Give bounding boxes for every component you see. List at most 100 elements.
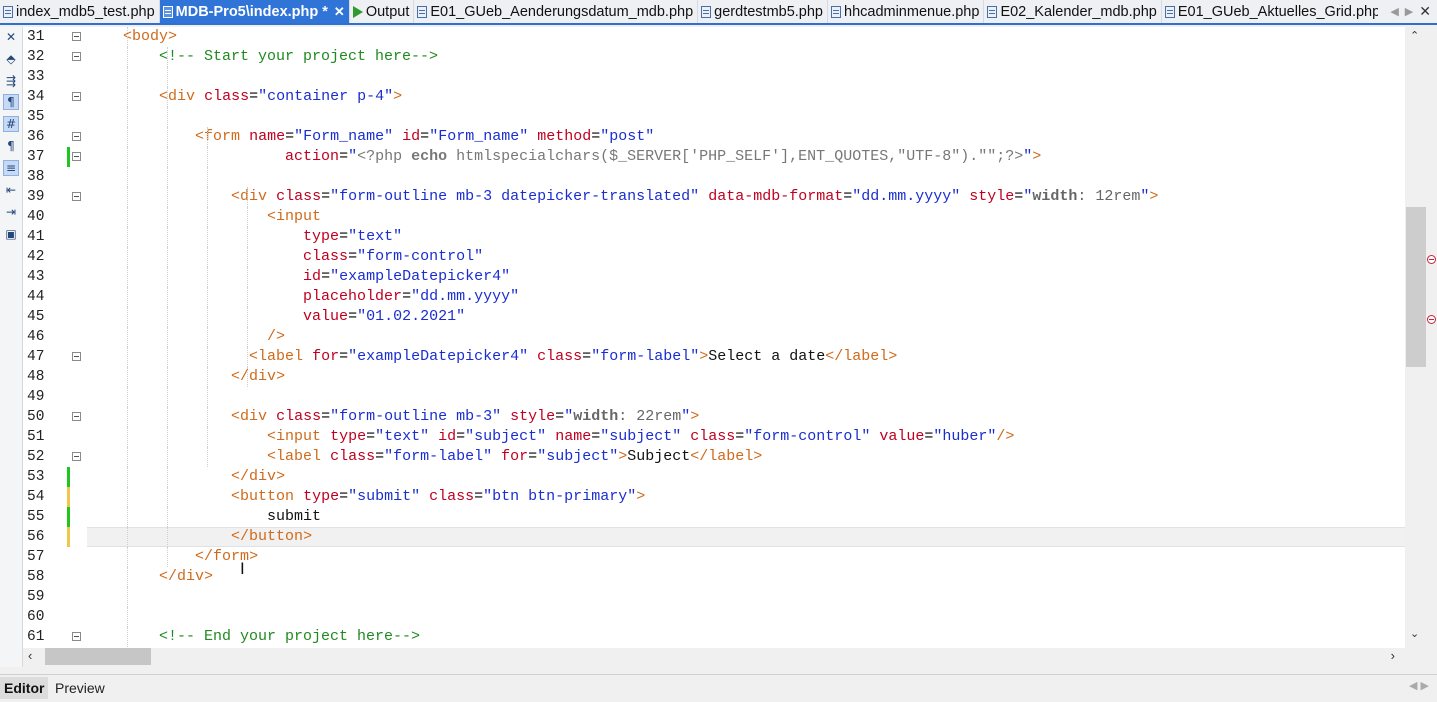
close-icon[interactable]: ✕ [3,29,19,45]
indent-guide [167,347,168,367]
tab-editor[interactable]: Editor [0,677,49,699]
code-line[interactable]: submit [87,507,1405,527]
indent-guide [207,227,208,247]
line-number: 41 [27,229,45,245]
fold-toggle-icon[interactable] [72,152,81,161]
code-line[interactable]: placeholder="dd.mm.yyyy" [87,287,1405,307]
bottom-scroll-left-icon[interactable]: ◀ [1409,680,1417,692]
scroll-up-icon[interactable]: ⌃ [1410,29,1419,42]
fold-toggle-icon[interactable] [72,192,81,201]
code-area[interactable]: <body> <!-- Start your project here--> <… [87,27,1405,648]
code-line[interactable]: <input [87,207,1405,227]
code-line[interactable]: type="text" [87,227,1405,247]
indent-guide [167,247,168,267]
code-line[interactable]: <label class="form-label" for="subject">… [87,447,1405,467]
code-line[interactable]: value="01.02.2021" [87,307,1405,327]
fold-toggle-icon[interactable] [72,352,81,361]
tab-6[interactable]: E02_Kalender_mdb.php [984,0,1162,23]
code-line[interactable]: <form name="Form_name" id="Form_name" me… [87,127,1405,147]
tab-5[interactable]: hhcadminmenue.php [828,0,985,23]
tab-0[interactable]: index_mdb5_test.php [0,0,160,23]
line-number: 44 [27,289,45,305]
indent-guide [127,87,128,107]
tab-7[interactable]: E01_GUeb_Aktuelles_Grid.php [1162,0,1378,23]
fold-toggle-icon[interactable] [72,452,81,461]
code-line[interactable]: <!-- End your project here--> [87,627,1405,647]
code-line[interactable] [87,387,1405,407]
bookmark-marker-icon[interactable] [1427,255,1436,264]
tab-1[interactable]: MDB-Pro5\index.php * ✕ [159,0,350,23]
outdent-icon[interactable]: ⇤ [3,182,19,198]
code-line[interactable]: </button> [87,527,1405,547]
tab-scroll-right-icon[interactable]: ▶ [1405,5,1413,18]
format-icon[interactable]: ≡ [3,160,19,176]
code-line[interactable]: </form> [87,547,1405,567]
indent-guide [127,127,128,147]
indent-guide [127,307,128,327]
code-line[interactable]: <button type="submit" class="btn btn-pri… [87,487,1405,507]
horizontal-scroll-thumb[interactable] [45,648,151,665]
indent-guide [127,347,128,367]
line-number: 35 [27,109,45,125]
fold-toggle-icon[interactable] [72,92,81,101]
code-line[interactable] [87,587,1405,607]
indent-guide [127,427,128,447]
line-number: 40 [27,209,45,225]
fold-toggle-icon[interactable] [72,412,81,421]
tab-4[interactable]: gerdtestmb5.php [698,0,828,23]
indent-icon[interactable]: ⇥ [3,204,19,220]
tab-label: gerdtestmb5.php [714,3,823,20]
hash-icon[interactable]: # [3,116,19,132]
code-line[interactable]: </div> [87,567,1405,587]
scroll-left-icon[interactable]: ‹ [28,648,32,663]
code-line[interactable]: /> [87,327,1405,347]
code-line[interactable]: </div> [87,467,1405,487]
code-line[interactable] [87,67,1405,87]
close-tab-icon[interactable]: ✕ [334,4,345,20]
tab-preview[interactable]: Preview [51,677,109,699]
tab-2[interactable]: Output [350,0,415,23]
line-number: 47 [27,349,45,365]
vertical-scrollbar[interactable]: ⌃ ⌄ [1405,27,1437,648]
fold-toggle-icon[interactable] [72,32,81,41]
code-line[interactable] [87,167,1405,187]
bookmark-marker-icon[interactable] [1427,315,1436,324]
code-line[interactable]: <div class="form-outline mb-3 datepicker… [87,187,1405,207]
close-all-icon[interactable]: ✕ [1419,3,1431,20]
scroll-right-icon[interactable]: › [1391,648,1395,663]
toggle-icon[interactable]: ⬘ [3,51,19,67]
code-line[interactable]: <!-- Start your project here--> [87,47,1405,67]
code-line[interactable]: action="<?php echo htmlspecialchars($_SE… [87,147,1405,167]
preview-icon[interactable]: ▣ [3,226,19,242]
code-line[interactable]: <div class="container p-4"> [87,87,1405,107]
code-line[interactable]: id="exampleDatepicker4" [87,267,1405,287]
code-line[interactable]: class="form-control" [87,247,1405,267]
fold-toggle-icon[interactable] [72,132,81,141]
line-number: 38 [27,169,45,185]
code-line[interactable]: </div> [87,367,1405,387]
php-file-icon [1164,5,1176,18]
code-editor[interactable]: 31 32 33 34 35 36 37 38 39 40 41 42 43 44 45 46 47 48 49 50… [23,27,1405,648]
pilcrow-icon[interactable]: ¶ [3,138,19,154]
code-line[interactable]: <label for="exampleDatepicker4" class="f… [87,347,1405,367]
scroll-down-icon[interactable]: ⌄ [1410,627,1419,640]
indent-guide-icon[interactable]: ¶ [3,94,19,110]
code-line[interactable]: <body> [87,27,1405,47]
bottom-scroll-right-icon[interactable]: ▶ [1421,680,1429,692]
tab-3[interactable]: E01_GUeb_Aenderungsdatum_mdb.php [414,0,699,23]
indent-guide [207,347,208,367]
line-number: 45 [27,309,45,325]
fold-toggle-icon[interactable] [72,52,81,61]
indent-guide [127,607,128,627]
tab-scroll-left-icon[interactable]: ◀ [1390,5,1398,18]
indent-guide [127,407,128,427]
code-line[interactable] [87,107,1405,127]
vertical-scroll-thumb[interactable] [1406,207,1426,367]
wrap-icon[interactable]: ⇶ [3,73,19,89]
code-line[interactable]: <input type="text" id="subject" name="su… [87,427,1405,447]
horizontal-scrollbar[interactable]: ‹ › [23,648,1405,666]
fold-toggle-icon[interactable] [72,632,81,641]
code-line[interactable]: <div class="form-outline mb-3" style="wi… [87,407,1405,427]
indent-guide [207,207,208,227]
code-line[interactable] [87,607,1405,627]
